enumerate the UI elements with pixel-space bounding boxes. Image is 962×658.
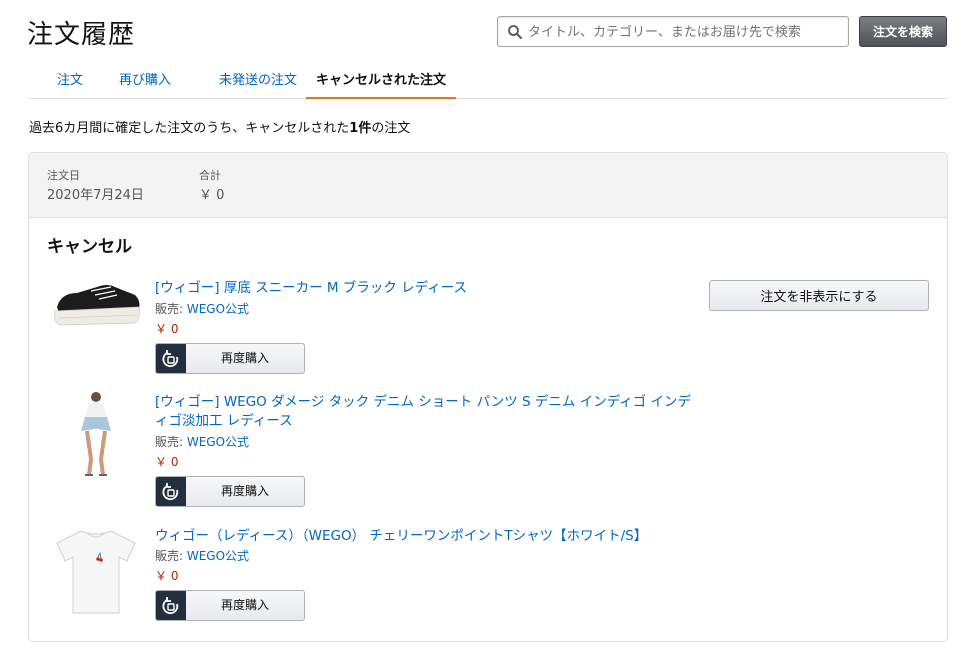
buy-again-label: 再度購入 [220, 598, 269, 612]
tab-cancelled-orders[interactable]: キャンセルされた注文 [306, 70, 456, 99]
item-price: ￥ 0 [155, 569, 179, 583]
tab-orders[interactable]: 注文 [46, 70, 94, 99]
buy-again-button[interactable]: 再度購入 [155, 476, 305, 507]
order-status: キャンセル [47, 237, 132, 257]
order-header: 注文日 2020年7月24日 合計 ￥ 0 [29, 153, 947, 218]
buy-again-label: 再度購入 [220, 484, 269, 498]
denim-shorts-image[interactable] [51, 389, 141, 479]
item-title-link[interactable]: [ウィゴー] WEGO ダメージ タック デニム ショート パンツ S デニム … [155, 393, 691, 412]
item-seller: 販売: WEGO公式 [155, 547, 249, 564]
rebuy-icon [156, 344, 186, 373]
buy-again-button[interactable]: 再度購入 [155, 590, 305, 621]
seller-prefix: 販売: [155, 302, 187, 316]
seller-link[interactable]: WEGO公式 [187, 435, 249, 449]
rebuy-icon [156, 477, 186, 506]
order-total-label: 合計 [199, 169, 221, 182]
order-tabs: 注文 再び購入 未発送の注文 キャンセルされた注文 [28, 70, 948, 99]
item-price: ￥ 0 [155, 455, 179, 469]
item-seller: 販売: WEGO公式 [155, 433, 249, 450]
tshirt-image[interactable] [51, 525, 141, 615]
search-orders-button[interactable]: 注文を検索 [859, 16, 947, 47]
summary-count: 1件 [349, 121, 372, 136]
item-title-link[interactable]: ウィゴー（レディース）（WEGO） チェリーワンポイントTシャツ【ホワイト/S】 [155, 527, 647, 546]
buy-again-button[interactable]: 再度購入 [155, 343, 305, 374]
page-title: 注文履歴 [27, 20, 136, 50]
rebuy-icon [156, 591, 186, 620]
order-search-box[interactable] [497, 16, 849, 47]
tab-buy-again[interactable]: 再び購入 [104, 70, 186, 99]
buy-again-label: 再度購入 [220, 351, 269, 365]
item-price: ￥ 0 [155, 322, 179, 336]
sneaker-image[interactable] [51, 265, 141, 355]
item-title-link[interactable]: [ウィゴー] 厚底 スニーカー M ブラック レディース [155, 279, 467, 298]
item-seller: 販売: WEGO公式 [155, 300, 249, 317]
seller-link[interactable]: WEGO公式 [187, 549, 249, 563]
hide-order-button[interactable]: 注文を非表示にする [709, 280, 929, 311]
order-total-value: ￥ 0 [199, 188, 225, 203]
search-input[interactable] [528, 21, 843, 43]
summary-suffix: の注文 [371, 121, 411, 136]
item-title-link-continued[interactable]: ィゴ淡加工 レディース [155, 412, 293, 431]
order-date-value: 2020年7月24日 [47, 188, 144, 203]
seller-prefix: 販売: [155, 549, 187, 563]
order-count-summary: 過去6カ月間に確定した注文のうち、キャンセルされた1件の注文 [29, 117, 410, 136]
seller-prefix: 販売: [155, 435, 187, 449]
tab-open-orders[interactable]: 未発送の注文 [192, 70, 324, 99]
order-date-label: 注文日 [47, 169, 80, 182]
order-card: 注文日 2020年7月24日 合計 ￥ 0 キャンセル 注文を非表示にする [ウ… [28, 152, 948, 642]
search-icon [508, 25, 522, 39]
seller-link[interactable]: WEGO公式 [187, 302, 249, 316]
summary-prefix: 過去6カ月間に確定した注文のうち、キャンセルされた [29, 121, 350, 136]
